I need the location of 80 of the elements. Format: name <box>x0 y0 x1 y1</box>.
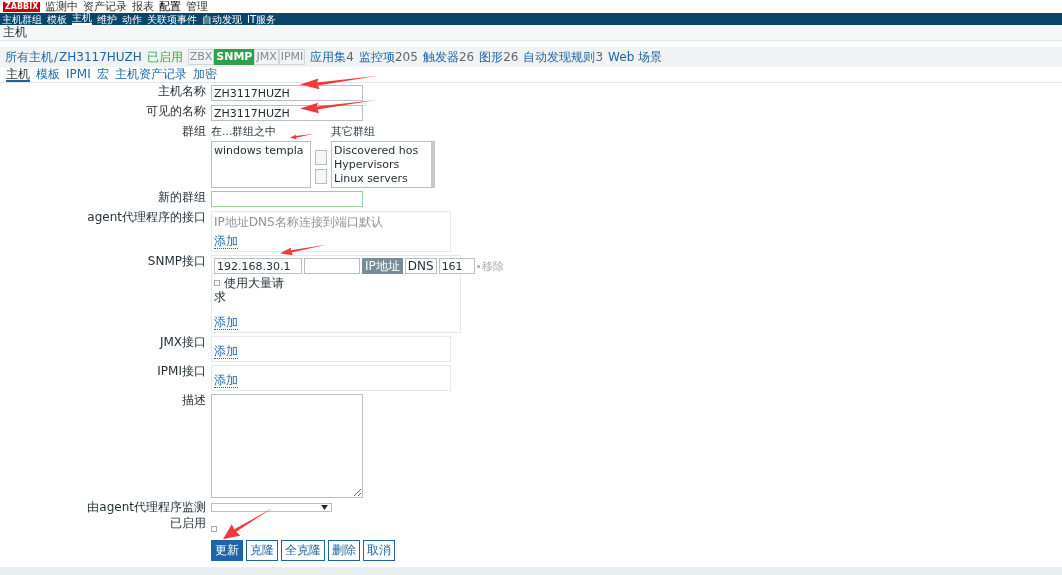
zabbix-logo[interactable]: ZABBIX <box>3 1 41 12</box>
proxy-dropdown[interactable] <box>211 503 332 512</box>
add-link[interactable]: 添加 <box>214 235 238 249</box>
connect-dns-toggle[interactable]: DNS <box>404 258 437 274</box>
list-option[interactable]: Hypervisors <box>334 158 429 172</box>
form-tab[interactable]: 主机资产记录 <box>114 67 187 82</box>
field-label: IPMI接口 <box>156 365 207 378</box>
caret-icon <box>321 505 328 510</box>
list-option[interactable]: Linux servers <box>334 172 429 186</box>
submenu-item[interactable]: 自动发现 <box>202 14 242 25</box>
list-option[interactable]: Discovered hos <box>334 144 429 158</box>
form-tab[interactable]: 主机 <box>6 67 30 82</box>
field-label: 已启用 <box>169 517 207 530</box>
field-label: 群组 <box>181 125 207 138</box>
main-menu-item[interactable]: 管理 <box>186 0 209 13</box>
host-name-field[interactable]: ZH3117HUZH <box>211 85 363 101</box>
form-button[interactable]: 更新 <box>211 540 243 561</box>
host-element-link[interactable]: 自动发现规则3 <box>523 48 604 66</box>
field-label: agent代理程序的接口 <box>86 211 207 224</box>
availability-badge: ZBX <box>187 49 215 65</box>
form-button[interactable]: 全克隆 <box>281 540 325 561</box>
host-element-link[interactable]: 应用集4 <box>310 48 354 66</box>
host-element-link[interactable]: 触发器26 <box>422 48 475 66</box>
list-option[interactable]: windows templa <box>214 144 308 158</box>
form-tab[interactable]: 加密 <box>192 67 217 82</box>
main-menu-item[interactable]: 报表 <box>132 0 155 13</box>
all-hosts-link[interactable]: 所有主机 <box>5 48 53 66</box>
main-menu-item[interactable]: 配置 <box>159 0 182 13</box>
field-label: SNMP接口 <box>146 255 207 268</box>
submenu-item[interactable]: 模板 <box>47 14 67 25</box>
form-tab[interactable]: 宏 <box>96 67 109 82</box>
enabled-checkbox[interactable] <box>211 526 217 532</box>
other-groups-listbox[interactable]: Discovered hos Hypervisors Linux servers <box>331 141 435 188</box>
availability-badge: SNMP <box>214 49 255 65</box>
radio-dot-icon[interactable] <box>476 264 480 268</box>
port-field[interactable]: 161 <box>438 258 475 274</box>
host-element-link[interactable]: Web 场景 <box>608 48 663 66</box>
breadcrumb-separator: / <box>54 50 59 64</box>
form-button[interactable]: 取消 <box>363 540 395 561</box>
form-button[interactable]: 删除 <box>328 540 360 561</box>
form-tab[interactable]: 模板 <box>36 67 60 82</box>
field-label: JMX接口 <box>158 336 207 349</box>
description-field[interactable] <box>211 394 363 498</box>
main-menu-item[interactable]: 资产记录 <box>83 0 128 13</box>
field-label: 可见的名称 <box>145 105 207 118</box>
group-list-title: 其它群组 <box>331 125 375 138</box>
field-label: 描述 <box>181 394 207 407</box>
checkbox-label: 使用大量请 <box>224 276 284 290</box>
group-list-title: 在...群组之中 <box>211 125 277 138</box>
submenu-item[interactable]: IT服务 <box>247 14 277 25</box>
field-label: 主机名称 <box>157 85 207 98</box>
host-element-link[interactable]: 图形26 <box>479 48 519 66</box>
new-group-field[interactable] <box>211 191 363 207</box>
interface-header: IP地址DNS名称连接到端口默认 <box>214 214 384 231</box>
host-status: 已启用 <box>146 48 183 66</box>
submenu-item[interactable]: 动作 <box>122 14 142 25</box>
form-button[interactable]: 克隆 <box>246 540 278 561</box>
submenu-item[interactable]: 关联项事件 <box>147 14 197 25</box>
field-label: 新的群组 <box>157 191 207 204</box>
bulk-checkbox[interactable] <box>214 280 220 286</box>
host-element-link[interactable]: 监控项205 <box>359 48 418 66</box>
main-menu-item[interactable]: 监测中 <box>45 0 79 13</box>
move-right-button[interactable] <box>315 150 327 165</box>
visible-name-field[interactable]: ZH3117HUZH <box>211 105 363 121</box>
dns-name-field[interactable] <box>304 258 360 274</box>
availability-badge: IPMI <box>278 49 306 65</box>
checkbox-label: 求 <box>214 290 227 304</box>
submenu-item[interactable]: 主机群组 <box>2 14 42 25</box>
submenu-item[interactable]: 维护 <box>97 14 117 25</box>
add-link[interactable]: 添加 <box>214 374 238 388</box>
page-title: 主机 <box>0 25 1062 41</box>
add-link[interactable]: 添加 <box>214 345 238 359</box>
availability-badge: JMX <box>254 49 279 65</box>
add-link[interactable]: 添加 <box>214 316 238 330</box>
move-left-button[interactable] <box>315 169 327 184</box>
host-link[interactable]: ZH3117HUZH <box>59 50 142 64</box>
in-groups-listbox[interactable]: windows templa <box>211 141 311 188</box>
form-tab[interactable]: IPMI <box>66 67 91 82</box>
ip-address-field[interactable]: 192.168.30.1 <box>214 258 302 274</box>
field-label: 由agent代理程序监测 <box>86 501 207 514</box>
